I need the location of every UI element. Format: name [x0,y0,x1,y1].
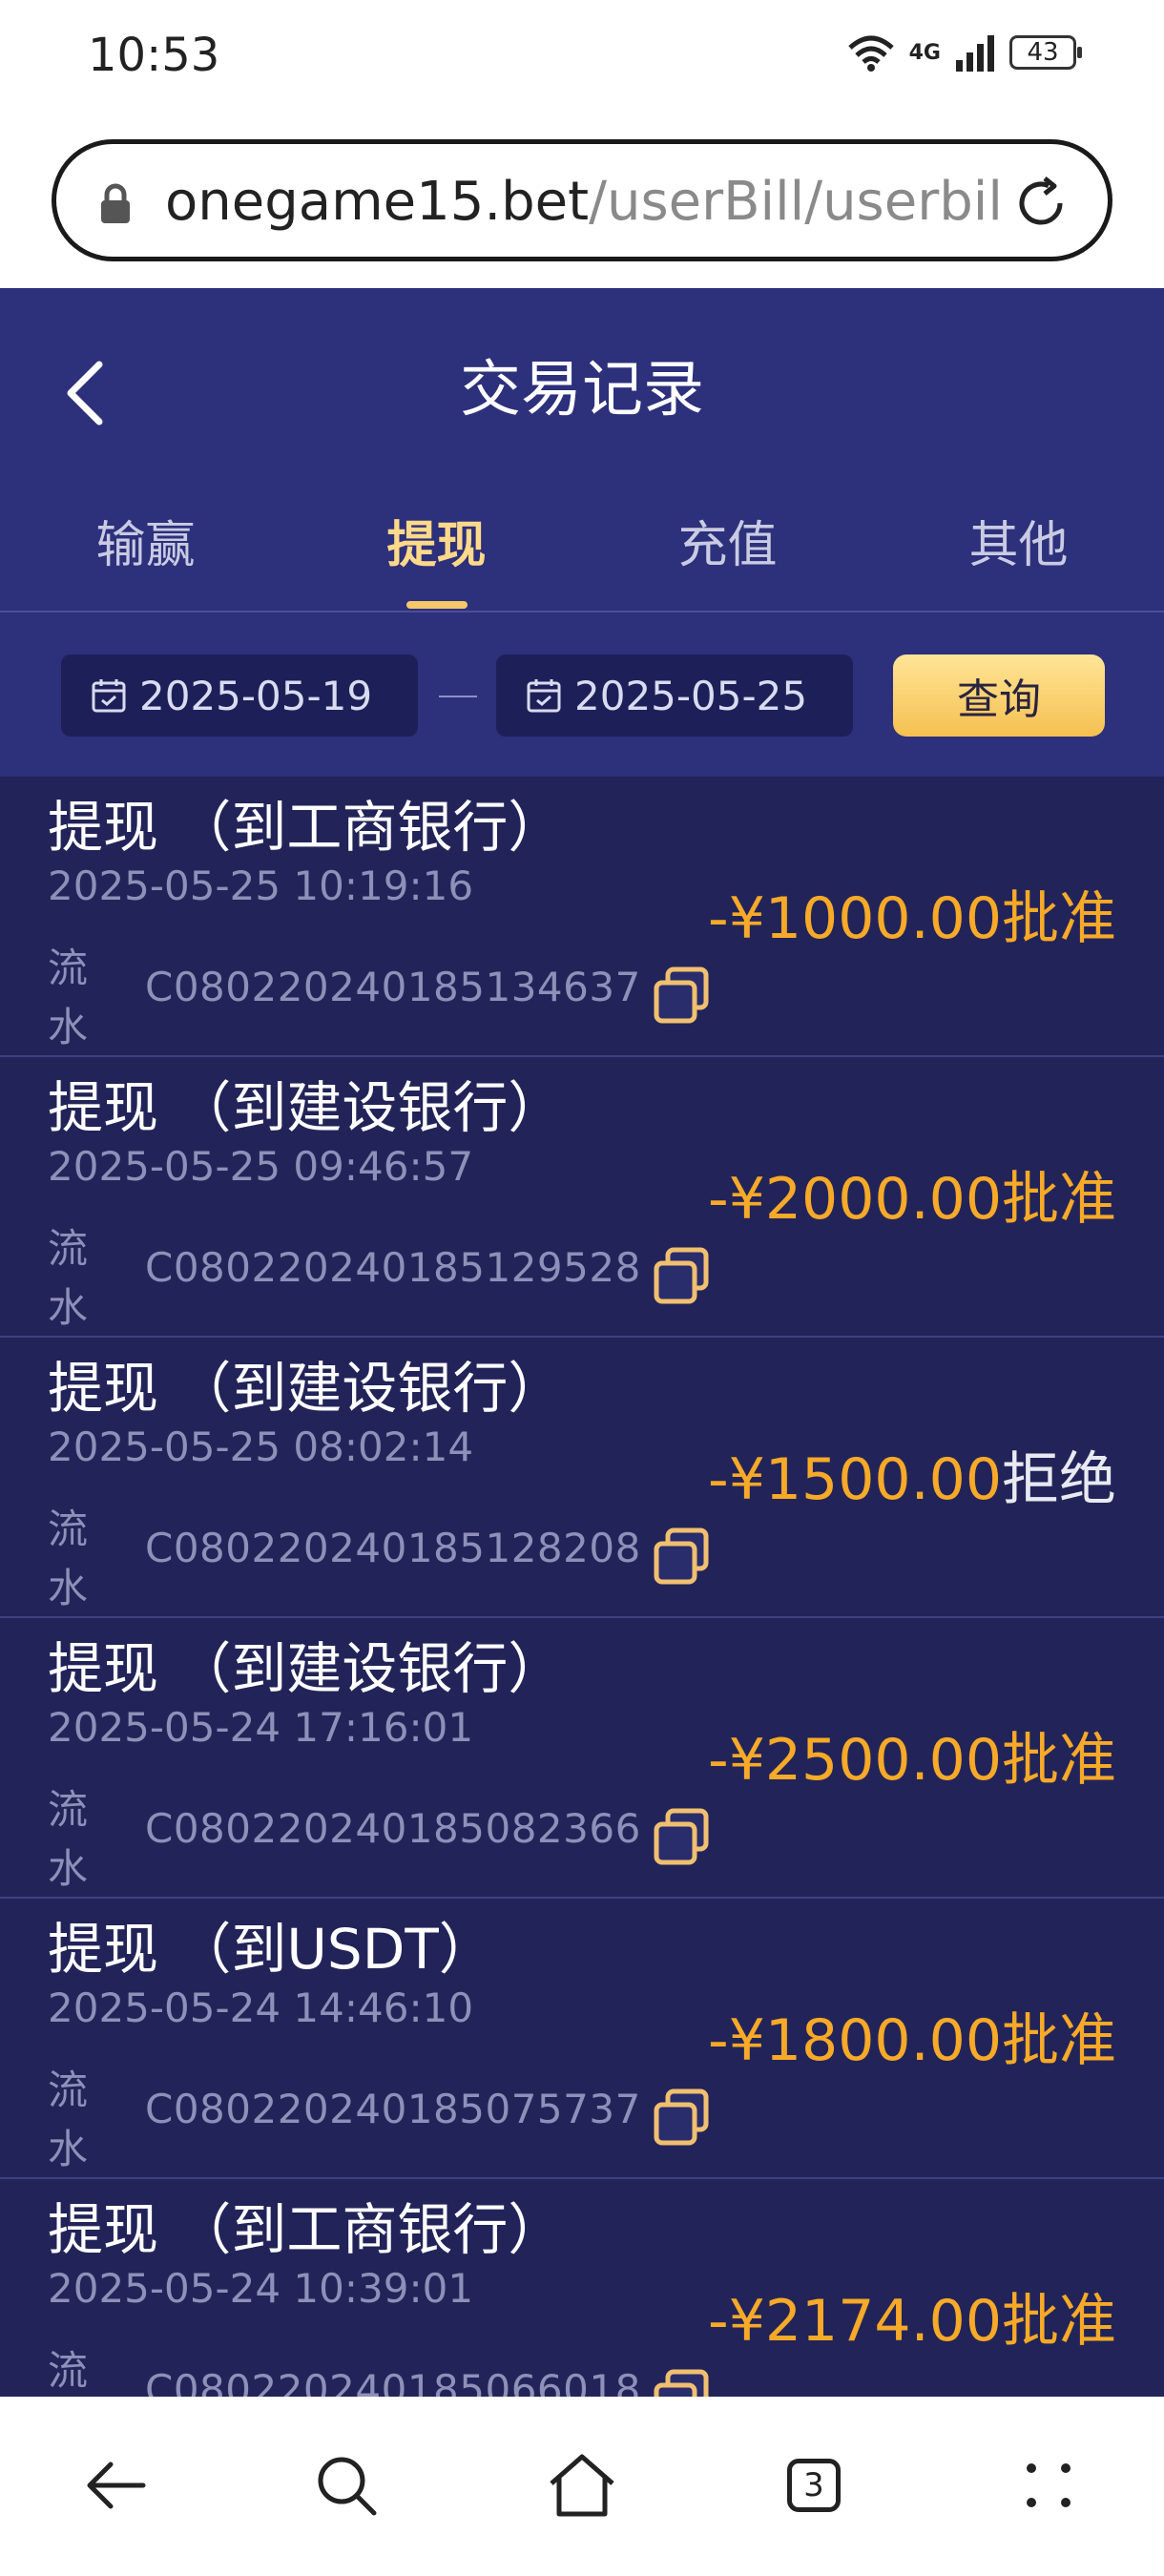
tab-win-loss[interactable]: 输赢 [0,498,291,593]
transaction-row[interactable]: 提现 （到建设银行）2025-05-25 09:46:57流水号:C080220… [0,1057,1164,1390]
transaction-amount-status: -¥2174.00批准 [708,2275,1116,2358]
status-icons: 4G 43 [846,32,1082,73]
tab-other[interactable]: 其他 [873,498,1164,593]
serial-number: C080220240185134637 [145,964,641,1010]
copy-icon[interactable] [649,1805,714,1870]
battery-icon: 43 [1009,35,1082,70]
lock-icon [101,183,130,223]
transaction-amount: -¥2500.00 [708,1727,1002,1794]
serial-number: C080220240185075737 [145,2086,641,2132]
battery-level: 43 [1027,38,1059,67]
nav-home-button[interactable] [539,2442,625,2528]
date-filter-bar: 2025-05-19 2025-05-25 查询 [0,613,1164,777]
transaction-title: 提现 （到建设银行） [48,1075,564,1140]
start-date-picker[interactable]: 2025-05-19 [61,654,418,737]
transaction-amount-status: -¥1000.00批准 [708,872,1116,955]
signal-icon [956,35,994,72]
transaction-amount: -¥2174.00 [708,2288,1002,2355]
nav-menu-button[interactable] [1006,2442,1091,2528]
transaction-amount-status: -¥2500.00批准 [708,1714,1116,1797]
transaction-amount: -¥1800.00 [708,2007,1002,2074]
transaction-time: 2025-05-24 14:46:10 [48,1984,474,2031]
transaction-title: 提现 （到USDT） [48,1917,494,1982]
calendar-icon [92,679,126,713]
transaction-list: 提现 （到工商银行）2025-05-25 10:19:16流水号:C080220… [0,777,1164,2397]
transaction-title: 提现 （到建设银行） [48,1636,564,1701]
transaction-time: 2025-05-25 09:46:57 [48,1143,474,1190]
url-domain: onegame15.bet [165,171,590,233]
url-text[interactable]: onegame15.bet/userBill/userbil [165,171,1024,233]
serial-number: C080220240185082366 [145,1805,641,1852]
page-title: 交易记录 [460,355,704,426]
nav-search-button[interactable] [303,2442,389,2528]
home-icon [550,2454,614,2517]
transaction-status: 批准 [1002,2288,1116,2355]
wifi-icon [847,35,894,72]
page-header: 交易记录 输赢 提现 充值 其他 [0,288,1164,613]
serial-number: C080220240185128208 [145,1525,641,1571]
end-date: 2025-05-25 [574,672,808,719]
browser-bottom-nav: 3 [0,2397,1164,2576]
serial-label: 流水号: [48,2347,89,2394]
menu-dots-icon [1027,2463,1070,2507]
tab-bar: 输赢 提现 充值 其他 [0,498,1164,613]
url-path: /userBill/userbil [589,171,1003,233]
transaction-amount: -¥2000.00 [708,1166,1002,1233]
reload-icon[interactable] [1010,173,1071,234]
calendar-icon [527,679,561,713]
transaction-title: 提现 （到工商银行） [48,2197,564,2262]
transaction-status: 批准 [1002,885,1116,952]
query-button[interactable]: 查询 [893,654,1105,737]
end-date-picker[interactable]: 2025-05-25 [496,654,853,737]
address-bar[interactable]: onegame15.bet/userBill/userbil [52,139,1112,261]
transaction-row[interactable]: 提现 （到建设银行）2025-05-24 17:16:01流水号:C080220… [0,1618,1164,1951]
transaction-row[interactable]: 提现 （到建设银行）2025-05-25 08:02:14流水号:C080220… [0,1338,1164,1671]
back-icon [87,2462,146,2509]
transaction-amount-status: -¥2000.00批准 [708,1153,1116,1236]
nav-tabs-button[interactable]: 3 [771,2442,857,2528]
copy-icon[interactable] [649,2366,714,2397]
serial-number: C080220240185066018 [145,2366,641,2397]
active-tab-indicator [406,601,468,609]
tab-withdraw[interactable]: 提现 [291,498,582,593]
transaction-amount-status: -¥1500.00拒绝 [708,1433,1116,1516]
transaction-status: 拒绝 [1002,1446,1116,1513]
status-bar: 10:53 4G 43 [0,0,1164,114]
transaction-time: 2025-05-25 10:19:16 [48,862,474,909]
copy-icon[interactable] [649,1525,714,1589]
transaction-row[interactable]: 提现 （到工商银行）2025-05-25 10:19:16流水号:C080220… [0,777,1164,1110]
transaction-amount: -¥1500.00 [708,1446,1002,1513]
status-time: 10:53 [88,29,220,82]
transaction-time: 2025-05-24 10:39:01 [48,2265,474,2312]
transaction-amount: -¥1000.00 [708,885,1002,952]
transaction-title: 提现 （到工商银行） [48,795,564,860]
network-type: 4G [908,40,941,65]
app-content: 交易记录 输赢 提现 充值 其他 2025-05-19 2025-05-25 查… [0,288,1164,2397]
copy-icon[interactable] [649,1244,714,1309]
start-date: 2025-05-19 [139,672,373,719]
transaction-time: 2025-05-24 17:16:01 [48,1704,474,1751]
tab-recharge[interactable]: 充值 [582,498,873,593]
transaction-status: 批准 [1002,2007,1116,2074]
transaction-amount-status: -¥1800.00批准 [708,1994,1116,2077]
transaction-status: 批准 [1002,1166,1116,1233]
transaction-row[interactable]: 提现 （到USDT）2025-05-24 14:46:10流水号:C080220… [0,1899,1164,2232]
nav-back-button[interactable] [73,2442,158,2528]
transaction-row[interactable]: 提现 （到工商银行）2025-05-24 10:39:01 流水号: C080220… [0,2179,1164,2397]
transaction-title: 提现 （到建设银行） [48,1356,564,1421]
tab-count: 3 [787,2459,841,2512]
transaction-time: 2025-05-25 08:02:14 [48,1423,474,1470]
serial-number: C080220240185129528 [145,1244,641,1291]
date-range-separator [439,696,477,697]
copy-icon[interactable] [649,2086,714,2150]
transaction-status: 批准 [1002,1727,1116,1794]
copy-icon[interactable] [649,964,714,1028]
search-icon [318,2457,377,2516]
